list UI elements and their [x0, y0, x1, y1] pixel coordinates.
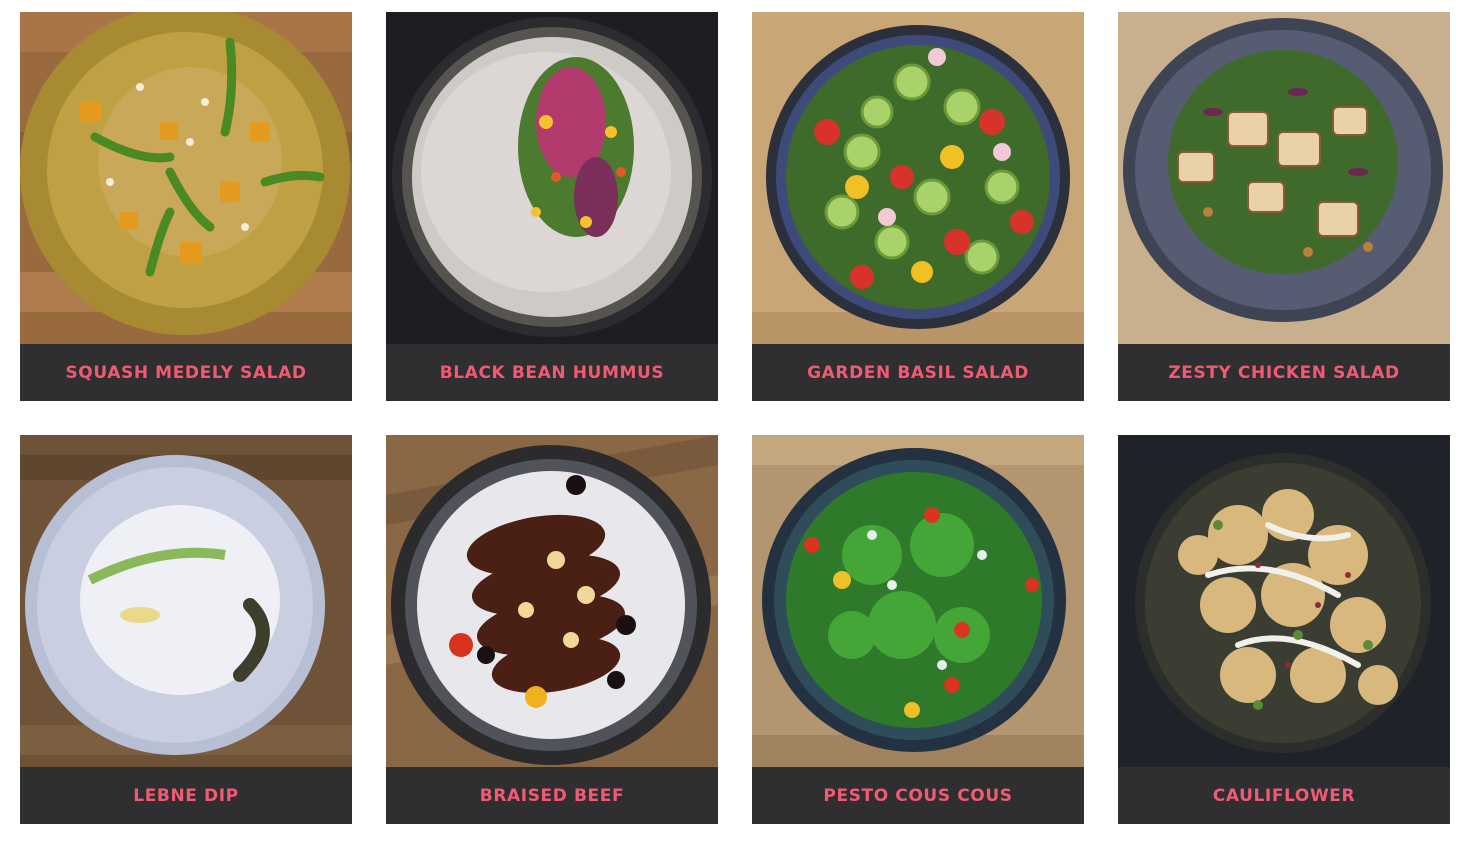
dish-photo-garden-basil-salad: [752, 12, 1084, 344]
menu-card-caption: GARDEN BASIL SALAD: [752, 344, 1084, 401]
dish-photo-pesto-cous-cous: [752, 435, 1084, 767]
menu-card-pesto-cous-cous[interactable]: PESTO COUS COUS: [752, 435, 1084, 824]
dish-photo-zesty-chicken-salad: [1118, 12, 1450, 344]
menu-card-caption: ZESTY CHICKEN SALAD: [1118, 344, 1450, 401]
menu-card-caption: PESTO COUS COUS: [752, 767, 1084, 824]
dish-name: LEBNE DIP: [133, 785, 239, 806]
menu-card-black-bean-hummus[interactable]: BLACK BEAN HUMMUS: [386, 12, 718, 401]
dish-name: ZESTY CHICKEN SALAD: [1168, 362, 1400, 383]
dish-name: BLACK BEAN HUMMUS: [439, 362, 665, 383]
menu-card-cauliflower[interactable]: CAULIFLOWER: [1118, 435, 1450, 824]
menu-card-garden-basil-salad[interactable]: GARDEN BASIL SALAD: [752, 12, 1084, 401]
menu-card-caption: BRAISED BEEF: [386, 767, 718, 824]
menu-card-zesty-chicken-salad[interactable]: ZESTY CHICKEN SALAD: [1118, 12, 1450, 401]
dish-name: GARDEN BASIL SALAD: [807, 362, 1029, 383]
dish-name: SQUASH MEDELY SALAD: [65, 362, 307, 383]
menu-card-caption: LEBNE DIP: [20, 767, 352, 824]
dish-photo-braised-beef: [386, 435, 718, 767]
dish-name: CAULIFLOWER: [1212, 785, 1356, 806]
menu-card-braised-beef[interactable]: BRAISED BEEF: [386, 435, 718, 824]
dish-photo-black-bean-hummus: [386, 12, 718, 344]
menu-card-lebne-dip[interactable]: LEBNE DIP: [20, 435, 352, 824]
dish-name: BRAISED BEEF: [479, 785, 625, 806]
dish-name: PESTO COUS COUS: [823, 785, 1013, 806]
menu-grid: SQUASH MEDELY SALAD BLACK BEAN HUMMUS GA…: [0, 0, 1480, 844]
dish-photo-lebne-dip: [20, 435, 352, 767]
menu-card-squash-medely-salad[interactable]: SQUASH MEDELY SALAD: [20, 12, 352, 401]
dish-photo-cauliflower: [1118, 435, 1450, 767]
dish-photo-squash-medely-salad: [20, 12, 352, 344]
menu-card-caption: SQUASH MEDELY SALAD: [20, 344, 352, 401]
menu-card-caption: CAULIFLOWER: [1118, 767, 1450, 824]
menu-card-caption: BLACK BEAN HUMMUS: [386, 344, 718, 401]
